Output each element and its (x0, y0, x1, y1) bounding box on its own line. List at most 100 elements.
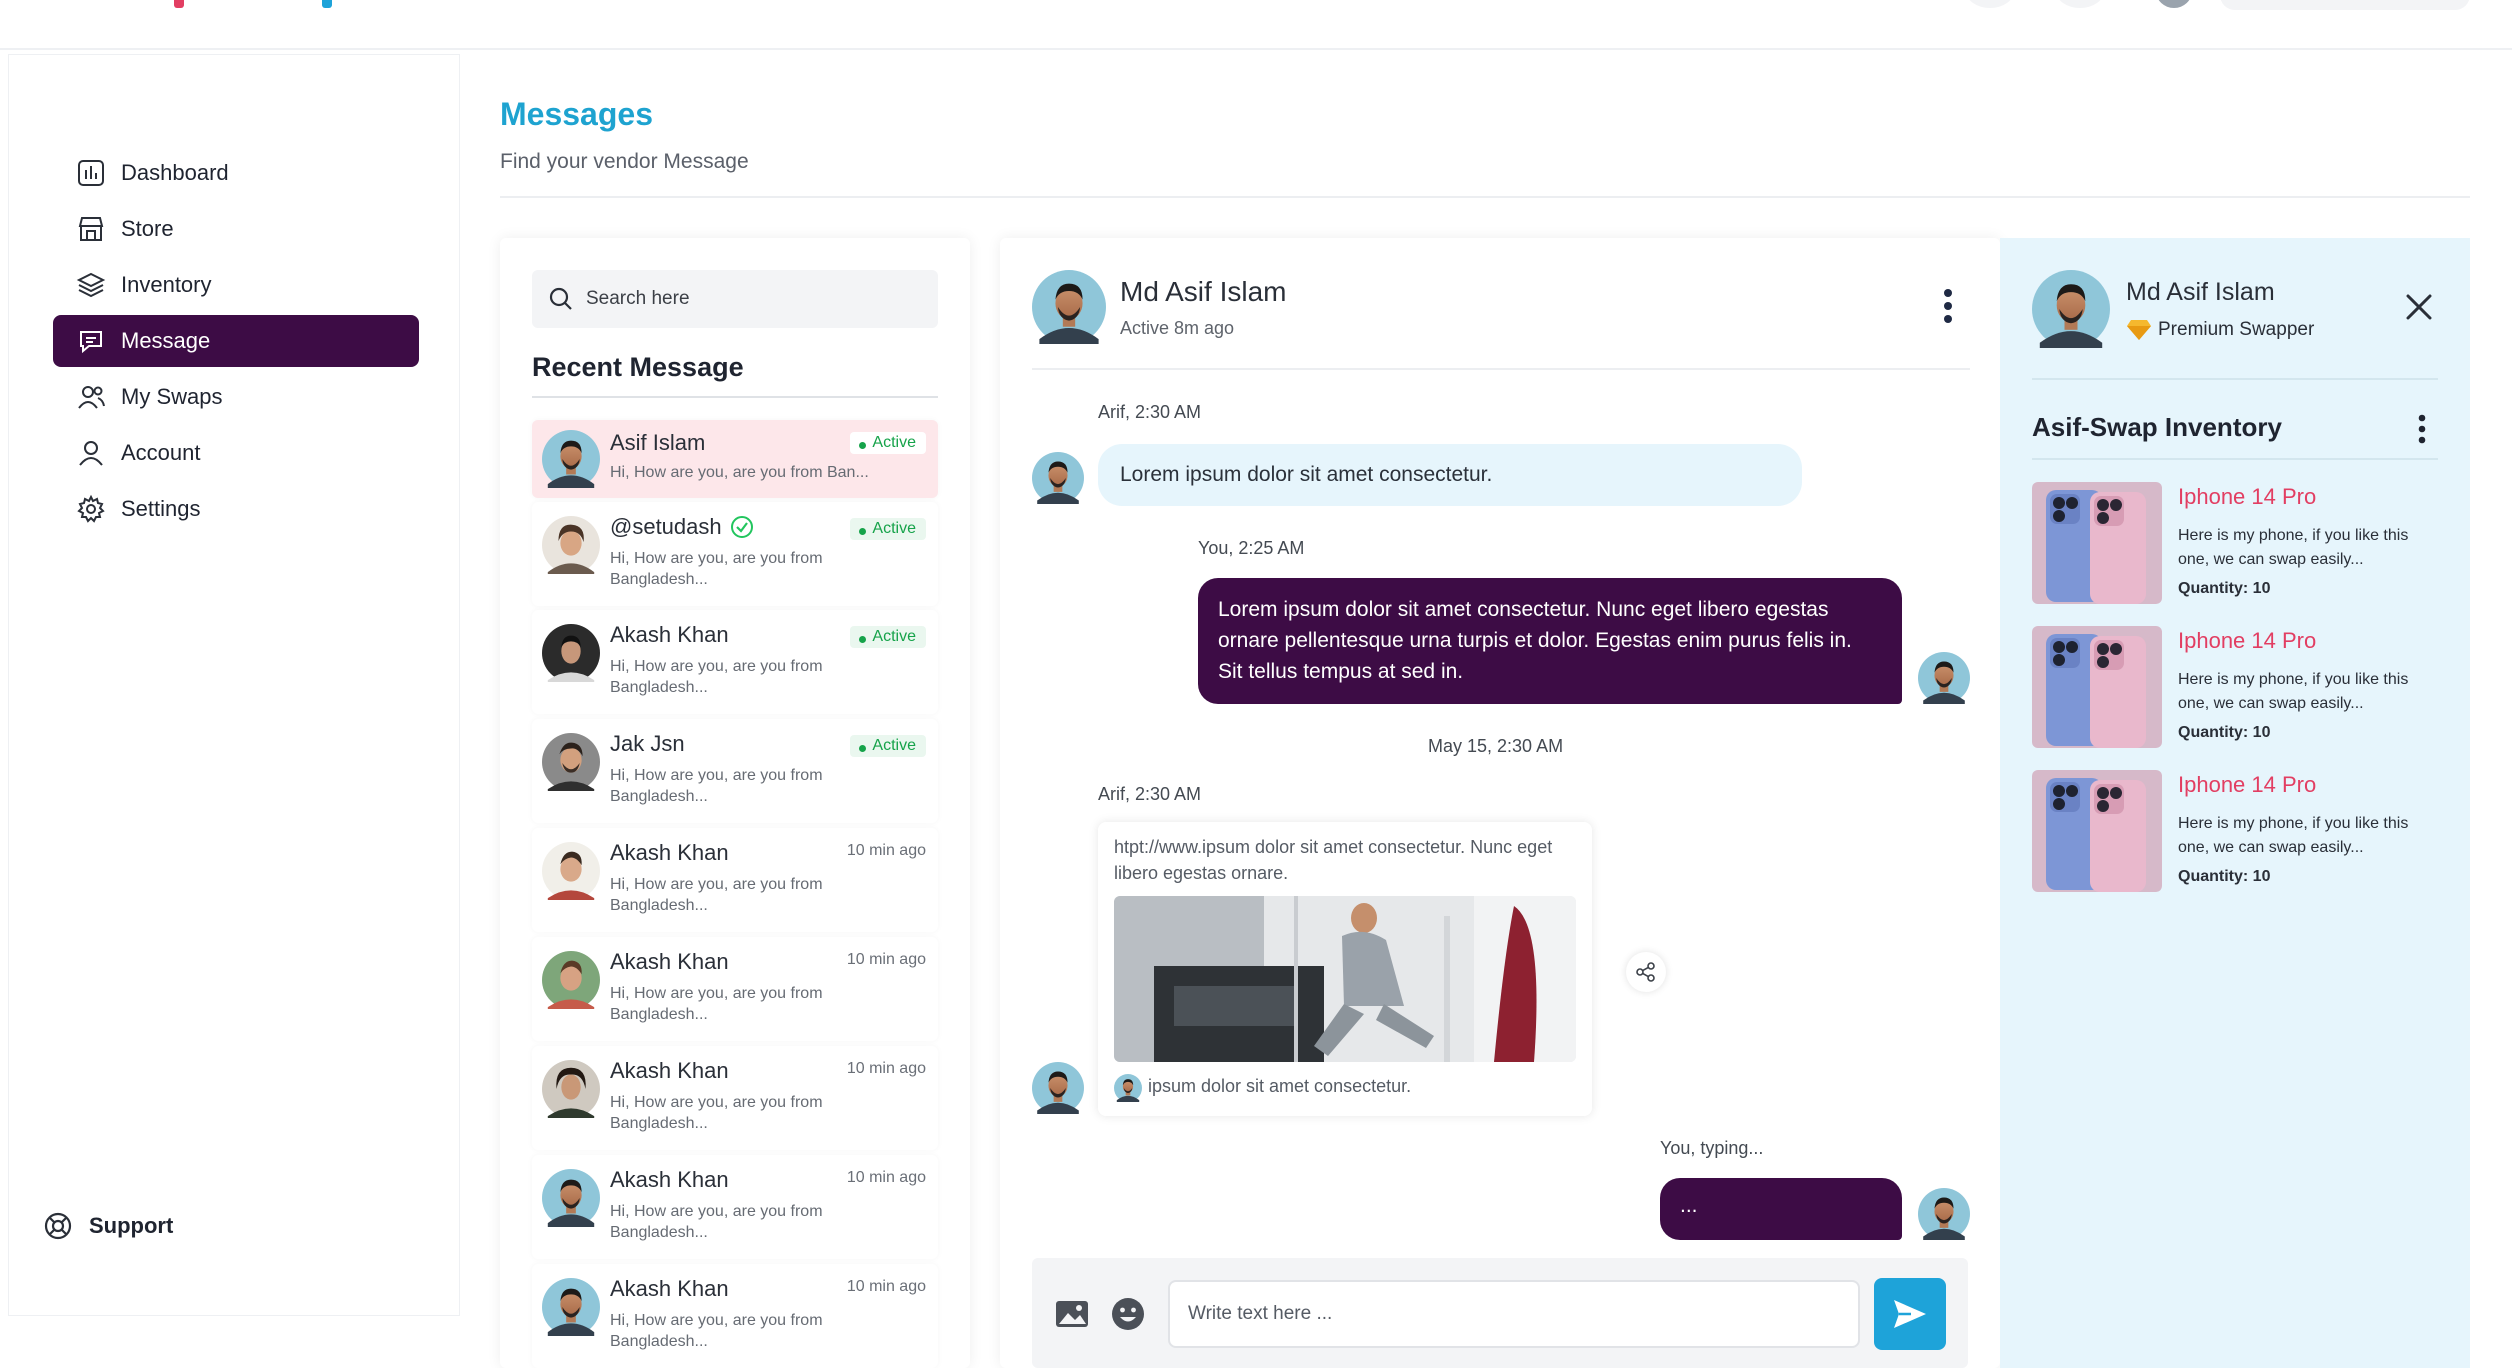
conversation-item[interactable]: Jak Jsn Hi, How are you, are you from Ban… (532, 719, 938, 823)
support-link[interactable]: Support (43, 1211, 173, 1241)
avatar (542, 516, 600, 574)
link-preview-message[interactable]: htpt://www.ipsum dolor sit amet consecte… (1098, 822, 1592, 1116)
chat-contact-status: Active 8m ago (1120, 318, 1235, 338)
recent-title: Recent Message (532, 352, 744, 382)
premium-badge: Premium Swapper (2126, 318, 2314, 342)
more-vertical-icon[interactable] (1938, 286, 1958, 326)
sidebar-item-account[interactable]: Account (53, 427, 419, 479)
sidebar-item-settings[interactable]: Settings (53, 483, 419, 535)
inventory-item[interactable]: Iphone 14 Pro Here is my phone, if you li… (2032, 770, 2442, 894)
sidebar-item-inventory[interactable]: Inventory (53, 259, 419, 311)
conversation-name-text: Akash Khan (610, 1167, 729, 1192)
profile-name: Md Asif Islam (2126, 278, 2275, 306)
logo-fragment-pink (174, 0, 184, 8)
image-icon[interactable] (1054, 1296, 1090, 1332)
conversation-preview: Hi, How are you, are you from Bangladesh… (610, 1203, 823, 1241)
conversation-item[interactable]: Akash Khan Hi, How are you, are you from … (532, 937, 938, 1041)
product-image (2032, 770, 2162, 892)
conversation-name-text: Akash Khan (610, 622, 729, 647)
search-input[interactable] (586, 288, 926, 310)
top-icon-button[interactable] (1966, 0, 2014, 8)
conversation-time: 10 min ago (846, 842, 926, 859)
sidebar-item-label: Dashboard (121, 160, 229, 185)
conversation-name: Akash Khan (610, 1058, 729, 1084)
emoji-icon[interactable] (1110, 1296, 1146, 1332)
product-name: Iphone 14 Pro (2178, 484, 2317, 509)
sidebar-item-message[interactable]: Message (53, 315, 419, 367)
conversation-name: Akash Khan (610, 1167, 729, 1193)
inventory-item[interactable]: Iphone 14 Pro Here is my phone, if you li… (2032, 482, 2442, 606)
product-description: Here is my phone, if you like this one, … (2178, 815, 2409, 856)
link-caption: ipsum dolor sit amet consectetur. (1148, 1076, 1412, 1096)
conversation-item[interactable]: Akash Khan Hi, How are you, are you from … (532, 1155, 938, 1259)
product-description: Here is my phone, if you like this one, … (2178, 527, 2409, 568)
top-icon-button[interactable] (2056, 0, 2104, 8)
conversation-time: 10 min ago (846, 951, 926, 968)
support-label: Support (89, 1213, 174, 1238)
status-badge: Active (850, 432, 926, 454)
status-badge: Active (850, 518, 926, 540)
conversation-time: 10 min ago (846, 1169, 926, 1186)
conversation-preview: Hi, How are you, are you from Bangladesh… (610, 658, 823, 696)
top-search[interactable] (2220, 0, 2470, 10)
product-image (2032, 626, 2162, 748)
send-icon (1894, 1300, 1926, 1328)
chat-panel: Md Asif Islam Active 8m ago Arif, 2:30 A… (1000, 238, 2000, 1368)
gear-icon (75, 493, 107, 525)
conversation-name: Jak Jsn (610, 731, 685, 757)
conversation-item[interactable]: @setudash Hi, How are you, are you from B… (532, 502, 938, 606)
avatar[interactable] (1032, 270, 1106, 344)
search-box[interactable] (532, 270, 938, 328)
conversation-name-text: Akash Khan (610, 1058, 729, 1083)
store-icon (75, 213, 107, 245)
sidebar-item-label: Settings (121, 496, 201, 521)
layers-icon (75, 269, 107, 301)
conversation-name: Asif Islam (610, 430, 705, 456)
conversation-name: Akash Khan (610, 1276, 729, 1302)
typing-indicator-meta: You, typing... (1660, 1138, 1764, 1158)
avatar (1114, 1074, 1142, 1102)
conversation-name-text: Asif Islam (610, 430, 706, 455)
conversation-item[interactable]: Akash Khan Hi, How are you, are you from … (532, 1264, 938, 1368)
conversation-name-text: Akash Khan (610, 1276, 729, 1301)
inventory-title: Asif-Swap Inventory (2032, 412, 2282, 442)
send-button[interactable] (1874, 1278, 1946, 1350)
link-preview-image[interactable] (1114, 896, 1576, 1062)
message-meta: Arif, 2:30 AM (1098, 402, 1202, 422)
sidebar-item-label: Account (121, 440, 201, 465)
conversation-preview: Hi, How are you, are you from Bangladesh… (610, 1312, 823, 1350)
sidebar-item-my-swaps[interactable]: My Swaps (53, 371, 419, 423)
conversation-name-text: Akash Khan (610, 949, 729, 974)
incoming-message: Lorem ipsum dolor sit amet consectetur. (1098, 444, 1802, 506)
avatar (542, 624, 600, 682)
sidebar-item-dashboard[interactable]: Dashboard (53, 147, 419, 199)
avatar[interactable] (2156, 0, 2192, 8)
message-icon (75, 325, 107, 357)
sidebar-item-store[interactable]: Store (53, 203, 419, 255)
conversation-item[interactable]: Akash Khan Hi, How are you, are you from … (532, 610, 938, 714)
conversation-item[interactable]: Akash Khan Hi, How are you, are you from … (532, 828, 938, 932)
users-icon (75, 381, 107, 413)
share-icon (1636, 962, 1655, 982)
conversation-name: @setudash (610, 514, 754, 540)
conversation-item[interactable]: Asif Islam Hi, How are you, are you from … (532, 420, 938, 498)
message-input[interactable] (1168, 1280, 1860, 1348)
conversation-preview: Hi, How are you, are you from Bangladesh… (610, 767, 823, 805)
conversation-preview: Hi, How are you, are you from Bangladesh… (610, 876, 823, 914)
premium-badge-label: Premium Swapper (2158, 319, 2315, 340)
message-composer (1032, 1258, 1968, 1368)
dashboard-icon (75, 157, 107, 189)
more-vertical-icon[interactable] (2414, 412, 2430, 446)
close-icon[interactable] (2402, 290, 2436, 324)
link-preview-text: htpt://www.ipsum dolor sit amet consecte… (1114, 837, 1553, 883)
share-button[interactable] (1626, 952, 1666, 992)
conversation-name: Akash Khan (610, 949, 729, 975)
sidebar-item-label: Message (121, 328, 211, 353)
inventory-item[interactable]: Iphone 14 Pro Here is my phone, if you li… (2032, 626, 2442, 750)
sidebar-item-label: Inventory (121, 272, 212, 297)
avatar (1032, 452, 1084, 504)
message-meta: You, 2:25 AM (1198, 538, 1305, 558)
product-name: Iphone 14 Pro (2178, 772, 2317, 797)
contact-profile-panel: Md Asif Islam Premium Swapper Asif-Swap … (2000, 238, 2470, 1368)
conversation-item[interactable]: Akash Khan Hi, How are you, are you from … (532, 1046, 938, 1150)
